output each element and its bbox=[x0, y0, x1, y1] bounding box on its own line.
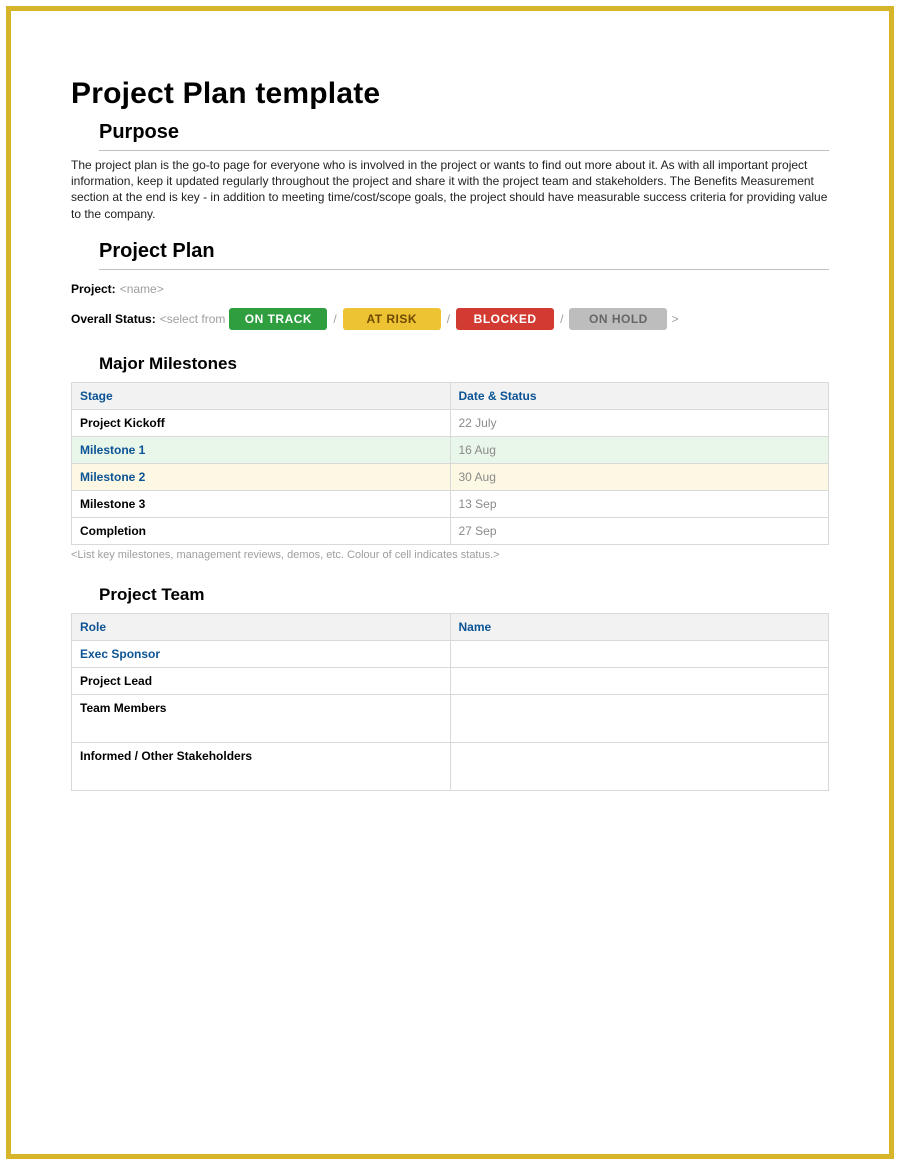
status-on-track[interactable]: ON TRACK bbox=[229, 308, 327, 330]
team-col-name: Name bbox=[450, 613, 829, 640]
team-heading: Project Team bbox=[99, 585, 829, 605]
milestone-stage: Completion bbox=[72, 517, 451, 544]
milestone-date: 22 July bbox=[450, 409, 829, 436]
document-frame: Project Plan template Purpose The projec… bbox=[6, 6, 894, 1159]
section-purpose-heading: Purpose bbox=[99, 121, 829, 151]
status-separator: / bbox=[558, 312, 565, 326]
status-on-hold[interactable]: ON HOLD bbox=[569, 308, 667, 330]
milestone-stage[interactable]: Milestone 1 bbox=[72, 436, 451, 463]
section-plan-heading: Project Plan bbox=[99, 240, 829, 270]
status-separator: / bbox=[331, 312, 338, 326]
milestones-col-date: Date & Status bbox=[450, 382, 829, 409]
milestone-date: 30 Aug bbox=[450, 463, 829, 490]
overall-status-placeholder: <select from bbox=[160, 312, 226, 326]
milestone-date: 13 Sep bbox=[450, 490, 829, 517]
table-row: Milestone 313 Sep bbox=[72, 490, 829, 517]
table-row: Project Lead bbox=[72, 667, 829, 694]
team-name[interactable] bbox=[450, 640, 829, 667]
table-row: Project Kickoff22 July bbox=[72, 409, 829, 436]
overall-status-label: Overall Status: bbox=[71, 312, 156, 326]
milestones-note: <List key milestones, management reviews… bbox=[71, 549, 829, 561]
team-col-role: Role bbox=[72, 613, 451, 640]
milestone-stage: Project Kickoff bbox=[72, 409, 451, 436]
table-row: Team Members bbox=[72, 694, 829, 742]
table-row: Exec Sponsor bbox=[72, 640, 829, 667]
status-at-risk[interactable]: AT RISK bbox=[343, 308, 441, 330]
status-separator: / bbox=[445, 312, 452, 326]
status-blocked[interactable]: BLOCKED bbox=[456, 308, 554, 330]
milestone-stage: Milestone 3 bbox=[72, 490, 451, 517]
milestone-date: 16 Aug bbox=[450, 436, 829, 463]
milestone-date: 27 Sep bbox=[450, 517, 829, 544]
table-row: Completion27 Sep bbox=[72, 517, 829, 544]
milestones-col-stage: Stage bbox=[72, 382, 451, 409]
team-name[interactable] bbox=[450, 667, 829, 694]
team-role: Informed / Other Stakeholders bbox=[72, 742, 451, 790]
table-row: Milestone 230 Aug bbox=[72, 463, 829, 490]
page-title: Project Plan template bbox=[71, 77, 829, 111]
table-row: Milestone 116 Aug bbox=[72, 436, 829, 463]
overall-status-row: Overall Status: <select from ON TRACK / … bbox=[71, 308, 829, 330]
project-field-row: Project: <name> bbox=[71, 282, 829, 296]
purpose-body: The project plan is the go-to page for e… bbox=[71, 157, 829, 222]
milestones-table: Stage Date & Status Project Kickoff22 Ju… bbox=[71, 382, 829, 545]
team-table: Role Name Exec SponsorProject LeadTeam M… bbox=[71, 613, 829, 791]
team-role: Team Members bbox=[72, 694, 451, 742]
team-role[interactable]: Exec Sponsor bbox=[72, 640, 451, 667]
team-role: Project Lead bbox=[72, 667, 451, 694]
milestones-heading: Major Milestones bbox=[99, 354, 829, 374]
project-label: Project: bbox=[71, 282, 116, 296]
team-name[interactable] bbox=[450, 694, 829, 742]
overall-status-close: > bbox=[671, 312, 678, 326]
project-name-placeholder[interactable]: <name> bbox=[120, 282, 164, 296]
table-row: Informed / Other Stakeholders bbox=[72, 742, 829, 790]
team-name[interactable] bbox=[450, 742, 829, 790]
milestone-stage[interactable]: Milestone 2 bbox=[72, 463, 451, 490]
